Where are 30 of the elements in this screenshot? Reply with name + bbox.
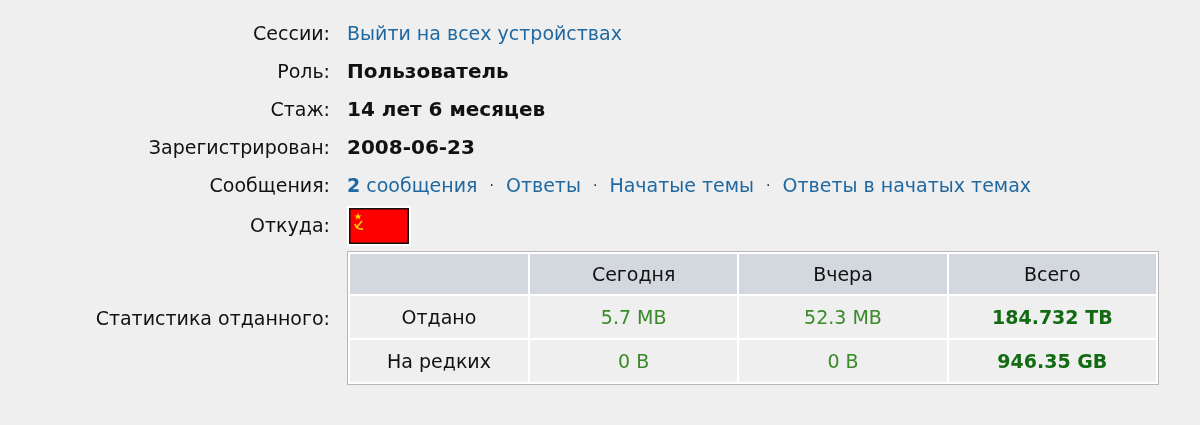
table-cell: 0 B — [530, 340, 738, 382]
table-cell: 184.732 TB — [948, 296, 1156, 338]
field-value: Пользователь — [347, 58, 509, 85]
table-cell: 0 B — [739, 340, 947, 382]
separator: · — [592, 175, 598, 195]
field-value: 2008-06-23 — [347, 134, 475, 161]
field-label: Откуда: — [249, 213, 330, 239]
column-header: Сегодня — [530, 254, 738, 294]
separator: · — [766, 175, 771, 195]
field-label: Роль: — [276, 58, 330, 84]
field-label: Сессии: — [252, 20, 330, 46]
column-header: Всего — [948, 254, 1156, 294]
flag-icon — [347, 205, 411, 246]
table-cell: 5.7 MB — [530, 296, 738, 338]
field-label: Сообщения: — [208, 172, 330, 198]
column-header: Вчера — [739, 254, 947, 294]
link[interactable]: Выйти на всех устройствах — [347, 18, 622, 48]
field-label: Стаж: — [269, 96, 330, 122]
field-label: Статистика отданного: — [94, 305, 330, 331]
field-label: Зарегистрирован: — [147, 134, 330, 160]
row-label: На редких — [350, 340, 528, 382]
separator: · — [489, 175, 494, 195]
table-cell: 52.3 MB — [739, 296, 947, 338]
link[interactable]: 2 сообщения — [347, 170, 478, 200]
table-cell: 946.35 GB — [948, 340, 1156, 382]
link[interactable]: Ответы в начатых темах — [782, 170, 1032, 200]
link[interactable]: Ответы — [505, 170, 581, 200]
link[interactable]: Начатые темы — [609, 170, 755, 200]
field-value: 14 лет 6 месяцев — [347, 96, 546, 123]
row-label: Отдано — [350, 296, 528, 338]
